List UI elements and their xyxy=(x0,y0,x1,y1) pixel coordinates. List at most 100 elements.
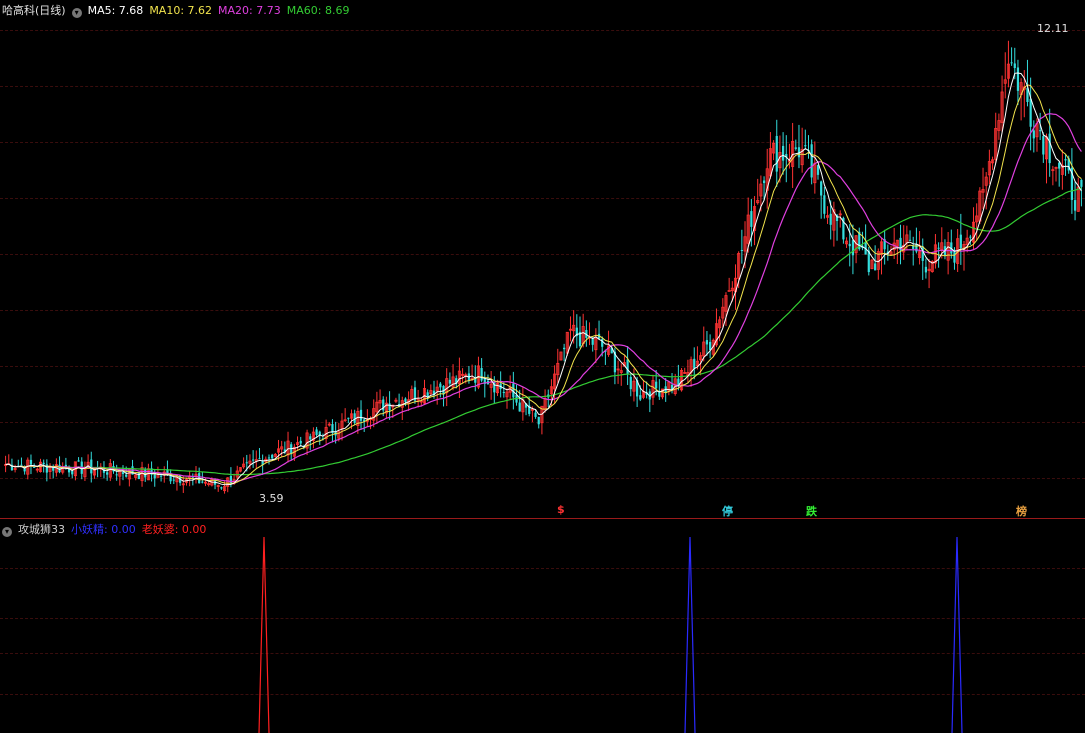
candle-body xyxy=(299,440,302,444)
candle-body xyxy=(252,459,255,461)
candle-body xyxy=(874,263,877,271)
candle-body xyxy=(388,403,391,411)
candle-body xyxy=(106,472,109,475)
candle-body xyxy=(740,250,743,252)
candle-body xyxy=(563,347,566,350)
candle-body xyxy=(309,436,312,440)
indicator-spike xyxy=(258,536,270,733)
candle-body xyxy=(626,359,629,374)
candle-body xyxy=(121,472,125,474)
ma10-line xyxy=(5,84,1082,484)
settings-dropdown-icon[interactable]: ▾ xyxy=(71,8,82,18)
candle-body xyxy=(71,470,74,475)
candle-body xyxy=(201,481,204,483)
candle-body xyxy=(937,247,940,249)
ma60-line xyxy=(5,187,1082,476)
signal-marker: 跌 xyxy=(806,505,817,518)
candle-body xyxy=(518,402,521,412)
candle-body xyxy=(1080,179,1083,187)
candle-body xyxy=(959,234,962,248)
candle-body xyxy=(810,144,813,178)
signal-marker: 榜 xyxy=(1016,505,1027,518)
low-price-label: 3.59 xyxy=(259,492,284,505)
candle-body xyxy=(20,464,23,466)
candle-body xyxy=(1013,63,1016,69)
candle-body xyxy=(804,145,807,147)
candle-body xyxy=(823,195,826,214)
indicator-header: ▾ 攻城狮33 小妖精: 0.00 老妖婆: 0.00 xyxy=(2,523,212,537)
candle-body xyxy=(848,243,851,247)
candle-body xyxy=(267,457,271,459)
candle-body xyxy=(353,413,356,423)
candle-body xyxy=(655,381,658,389)
candle-body xyxy=(448,379,451,384)
candle-body xyxy=(172,479,175,481)
candle-body xyxy=(1042,136,1045,155)
candle-body xyxy=(969,236,972,238)
candle-body xyxy=(708,341,712,351)
candle-body xyxy=(537,416,540,425)
candle-body xyxy=(347,417,350,419)
candle-body xyxy=(169,475,172,482)
candle-body xyxy=(1032,130,1035,139)
candle-body xyxy=(924,266,928,273)
candle-body xyxy=(1073,200,1077,211)
candle-body xyxy=(775,135,778,172)
candle-body xyxy=(245,462,248,464)
ma10-label: MA10: 7.62 xyxy=(149,4,213,17)
ma5-line xyxy=(5,72,1082,486)
candle-body xyxy=(851,240,855,256)
main-chart-pane[interactable]: 哈高科(日线) ▾ MA5: 7.68 MA10: 7.62 MA20: 7.73 MA6… xyxy=(0,0,1085,518)
candle-body xyxy=(1064,159,1067,161)
candle-body xyxy=(534,412,537,417)
candle-body xyxy=(480,368,483,381)
candle-body xyxy=(762,180,766,184)
candle-body xyxy=(591,338,594,345)
indicator-name[interactable]: 攻城狮33 xyxy=(18,523,65,536)
indicator-pane[interactable]: ▾ 攻城狮33 小妖精: 0.00 老妖婆: 0.00 xyxy=(0,519,1085,733)
indicator-line2: 老妖婆: 0.00 xyxy=(141,523,207,536)
high-price-label: 12.11 xyxy=(1037,22,1069,35)
candle-body xyxy=(908,239,912,241)
candle-body xyxy=(1058,162,1061,169)
candle-body xyxy=(220,487,223,489)
candle-body xyxy=(1039,130,1042,132)
ma5-label: MA5: 7.68 xyxy=(87,4,144,17)
candlestick-chart[interactable] xyxy=(0,0,1085,518)
candle-body xyxy=(90,459,93,474)
stock-label[interactable]: 哈高科(日线) xyxy=(2,4,66,17)
indicator-spike xyxy=(951,536,963,733)
candle-body xyxy=(629,376,632,390)
ma20-line xyxy=(5,113,1082,483)
candle-body xyxy=(750,211,753,227)
signal-marker: 停 xyxy=(722,505,733,518)
indicator-chart xyxy=(258,536,963,733)
indicator-line1: 小妖精: 0.00 xyxy=(71,523,136,536)
candle-body xyxy=(727,290,731,292)
candle-body xyxy=(1016,67,1020,91)
candle-body xyxy=(125,474,128,477)
candle-body xyxy=(359,409,363,421)
signal-marker: $ xyxy=(557,503,565,516)
candle-body xyxy=(77,460,80,462)
candle-body xyxy=(315,429,318,435)
candle-body xyxy=(639,395,642,400)
candle-body xyxy=(1010,62,1013,64)
candle-body xyxy=(829,213,832,225)
candle-body xyxy=(1048,133,1051,164)
candle-body xyxy=(115,474,118,476)
candle-body xyxy=(820,181,823,196)
candle-body xyxy=(693,358,696,369)
candle-body xyxy=(781,145,785,161)
indicator-dropdown-icon[interactable]: ▾ xyxy=(2,527,12,537)
candle-body xyxy=(705,340,709,345)
candle-body xyxy=(439,383,442,388)
candle-body xyxy=(271,454,274,459)
candle-body xyxy=(404,398,407,402)
ma20-label: MA20: 7.73 xyxy=(218,4,281,17)
candle-body xyxy=(258,458,261,460)
candle-body xyxy=(502,391,505,393)
candle-body xyxy=(794,147,797,149)
candle-body xyxy=(229,475,233,484)
indicator-spike xyxy=(684,536,696,733)
